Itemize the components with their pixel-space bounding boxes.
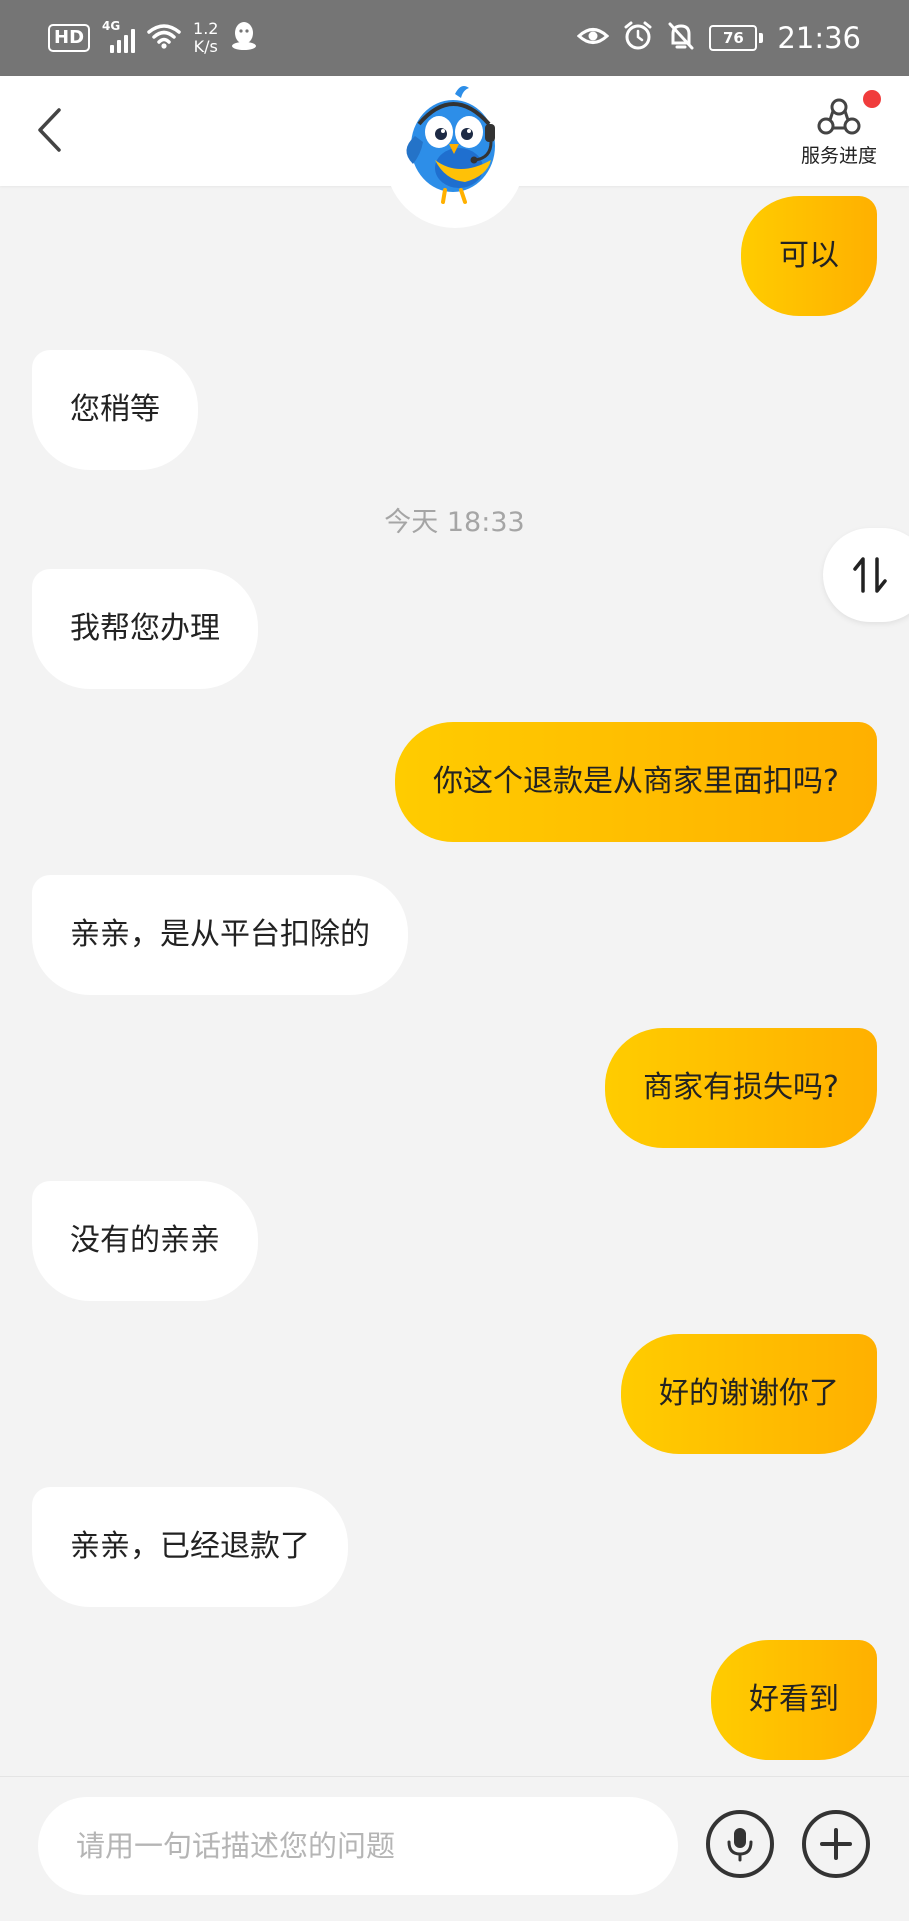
message-bubble-outgoing: 好看到 — [711, 1640, 877, 1760]
message-input[interactable] — [38, 1797, 678, 1895]
network-speed: 1.2 K/s — [193, 19, 219, 56]
eye-icon — [577, 25, 610, 51]
message-bubble-outgoing: 好的谢谢你了 — [621, 1334, 877, 1454]
microphone-icon — [727, 1828, 753, 1862]
add-button[interactable] — [802, 1810, 870, 1878]
message-bubble-incoming: 我帮您办理 — [32, 569, 258, 689]
sort-toggle-button[interactable] — [823, 528, 909, 622]
service-progress-icon — [817, 98, 861, 134]
chat-messages: 可以 您稍等 今天 18:33 我帮您办理 你这个退款是从商家里面扣吗? 亲亲，… — [0, 186, 909, 1776]
swap-arrows-icon — [853, 557, 887, 593]
battery-level: 76 — [709, 25, 758, 51]
service-progress-label: 服务进度 — [800, 144, 877, 167]
clock: 21:36 — [777, 21, 861, 55]
voice-button[interactable] — [706, 1810, 774, 1878]
message-bubble-outgoing: 可以 — [741, 196, 877, 316]
message-bubble-incoming: 亲亲，是从平台扣除的 — [32, 875, 408, 995]
battery-icon: 76 — [709, 25, 764, 51]
chevron-left-icon — [38, 108, 61, 152]
service-progress-button[interactable]: 服务进度 — [779, 86, 899, 178]
message-bubble-outgoing: 你这个退款是从商家里面扣吗? — [395, 722, 877, 842]
qq-icon — [230, 20, 258, 56]
network-type: 4G — [102, 19, 121, 33]
cellular-signal-icon: 4G — [102, 19, 136, 53]
input-bar — [0, 1776, 909, 1921]
alarm-icon — [623, 21, 653, 55]
back-button[interactable] — [20, 100, 80, 160]
message-bubble-incoming: 您稍等 — [32, 350, 198, 470]
message-bubble-outgoing: 商家有损失吗? — [605, 1028, 877, 1148]
notification-dot — [863, 90, 881, 108]
hd-badge: HD — [48, 24, 91, 52]
mute-icon — [667, 21, 695, 55]
message-bubble-incoming: 亲亲，已经退款了 — [32, 1487, 348, 1607]
status-bar: HD 4G 1.2 K/s 76 21:36 — [0, 0, 909, 76]
plus-icon — [820, 1828, 852, 1860]
message-timestamp: 今天 18:33 — [384, 507, 525, 538]
wifi-icon — [147, 22, 181, 54]
message-bubble-incoming: 没有的亲亲 — [32, 1181, 258, 1301]
